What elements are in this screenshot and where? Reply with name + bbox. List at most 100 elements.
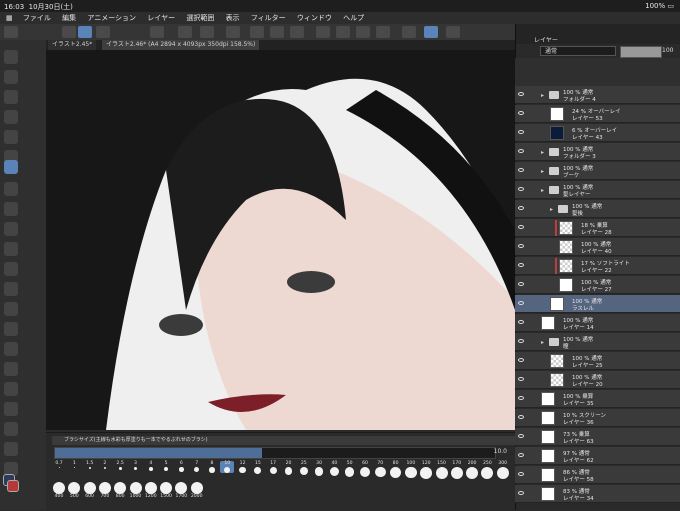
layer-folder-row[interactable]: ▸ 100 % 通常 髪後 <box>515 200 680 218</box>
brush-size-1700[interactable]: 1700 <box>174 481 188 499</box>
invert-selection-icon[interactable] <box>316 26 330 38</box>
layer-row[interactable]: 86 % 通常 レイヤー 58 <box>515 466 680 484</box>
visibility-eye-icon[interactable] <box>518 263 524 267</box>
balloon-icon[interactable] <box>4 422 18 436</box>
brush-size-120[interactable]: 120 <box>419 461 433 479</box>
brush-size-5[interactable]: 5 <box>159 461 173 472</box>
transform-icon[interactable] <box>336 26 350 38</box>
menu-animation[interactable]: アニメーション <box>87 12 136 24</box>
settings-icon[interactable] <box>4 26 18 38</box>
layer-row[interactable]: 100 % 通常 レイヤー 27 <box>515 276 680 294</box>
ruler-icon[interactable] <box>376 26 390 38</box>
folder-expand-icon[interactable]: ▸ <box>541 168 544 175</box>
folder-expand-icon[interactable]: ▸ <box>541 339 544 346</box>
visibility-eye-icon[interactable] <box>518 320 524 324</box>
brush-size-6[interactable]: 6 <box>174 461 188 472</box>
brush-size-2[interactable]: 2 <box>98 461 112 470</box>
undo-icon[interactable] <box>200 26 214 38</box>
blend-icon[interactable] <box>4 282 18 296</box>
selection-icon[interactable] <box>4 130 18 144</box>
visibility-eye-icon[interactable] <box>518 415 524 419</box>
layer-folder-row[interactable]: ▸ 100 % 通常 フォルダー 3 <box>515 143 680 161</box>
layer-folder-row[interactable]: ▸ 100 % 通常 フォルダー 4 <box>515 86 680 104</box>
brush-size-2000[interactable]: 2000 <box>190 481 204 499</box>
decoration-icon[interactable] <box>4 242 18 256</box>
visibility-eye-icon[interactable] <box>518 491 524 495</box>
layer-row[interactable]: 97 % 通常 レイヤー 62 <box>515 447 680 465</box>
menu-view[interactable]: 表示 <box>226 12 240 24</box>
brush-size-400[interactable]: 400 <box>52 481 66 499</box>
brush-icon[interactable] <box>4 202 18 216</box>
layer-row[interactable]: 100 % 通常 レイヤー 20 <box>515 371 680 389</box>
visibility-eye-icon[interactable] <box>518 301 524 305</box>
layer-row[interactable]: 17 % ソフトライト レイヤー 22 <box>515 257 680 275</box>
fill-tool-icon[interactable] <box>4 302 18 316</box>
brush-size-30[interactable]: 30 <box>312 461 326 476</box>
brush-size-17[interactable]: 17 <box>266 461 280 475</box>
brush-size-2.5[interactable]: 2.5 <box>113 461 127 470</box>
brush-size-300[interactable]: 300 <box>496 461 510 479</box>
layer-row[interactable]: 100 % 通常 ラスレル <box>515 295 680 313</box>
brush-size-1200[interactable]: 1200 <box>144 481 158 499</box>
visibility-eye-icon[interactable] <box>518 168 524 172</box>
brush-size-200[interactable]: 200 <box>465 461 479 479</box>
visibility-eye-icon[interactable] <box>518 472 524 476</box>
menu-layer[interactable]: レイヤー <box>147 12 175 24</box>
layer-row[interactable]: 100 % 通常 レイヤー 14 <box>515 314 680 332</box>
figure-icon[interactable] <box>4 342 18 356</box>
layer-row[interactable]: 6 % オーバーレイ レイヤー 43 <box>515 124 680 142</box>
layer-opacity-slider[interactable] <box>620 46 662 58</box>
blend-mode-select[interactable]: 通常 <box>540 46 616 56</box>
brush-size-250[interactable]: 250 <box>480 461 494 479</box>
visibility-eye-icon[interactable] <box>518 396 524 400</box>
brush-size-170[interactable]: 170 <box>450 461 464 479</box>
visibility-eye-icon[interactable] <box>518 339 524 343</box>
brush-size-0.7[interactable]: 0.7 <box>52 461 66 468</box>
visibility-eye-icon[interactable] <box>518 453 524 457</box>
gradient-icon[interactable] <box>4 322 18 336</box>
sub-color-swatch[interactable] <box>7 480 19 492</box>
menu-filter[interactable]: フィルター <box>251 12 286 24</box>
brush-size-800[interactable]: 800 <box>113 481 127 499</box>
clear-icon[interactable] <box>270 26 284 38</box>
pen-icon[interactable] <box>4 160 18 174</box>
brush-size-10[interactable]: 10 <box>220 461 235 473</box>
brush-size-700[interactable]: 700 <box>98 481 112 499</box>
pen-tool-icon[interactable] <box>78 26 92 38</box>
menu-app-icon[interactable]: ▦ <box>6 12 13 24</box>
brush-size-600[interactable]: 600 <box>83 481 97 499</box>
brush-size-50[interactable]: 50 <box>343 461 357 477</box>
menu-help[interactable]: ヘルプ <box>343 12 364 24</box>
layer-row[interactable]: 100 % 通常 レイヤー 25 <box>515 352 680 370</box>
layer-folder-row[interactable]: ▸ 100 % 通常瞳 <box>515 333 680 351</box>
layer-row[interactable]: 18 % 乗算 レイヤー 28 <box>515 219 680 237</box>
airbrush-icon[interactable] <box>4 222 18 236</box>
pencil-icon[interactable] <box>4 182 18 196</box>
brush-size-60[interactable]: 60 <box>358 461 372 477</box>
brush-size-15[interactable]: 15 <box>251 461 265 474</box>
brush-size-4[interactable]: 4 <box>144 461 158 471</box>
visibility-eye-icon[interactable] <box>518 187 524 191</box>
menu-file[interactable]: ファイル <box>23 12 51 24</box>
folder-expand-icon[interactable]: ▸ <box>541 92 544 99</box>
layer-row[interactable]: 73 % 乗算 レイヤー 63 <box>515 428 680 446</box>
redo-icon[interactable] <box>226 26 240 38</box>
folder-expand-icon[interactable]: ▸ <box>541 187 544 194</box>
menu-list-icon[interactable] <box>62 26 76 38</box>
ruler-tool-icon[interactable] <box>4 382 18 396</box>
eraser-tool-icon[interactable] <box>4 262 18 276</box>
visibility-eye-icon[interactable] <box>518 111 524 115</box>
visibility-eye-icon[interactable] <box>518 92 524 96</box>
save-icon[interactable] <box>178 26 192 38</box>
brush-size-80[interactable]: 80 <box>389 461 403 478</box>
text-icon[interactable] <box>4 402 18 416</box>
visibility-eye-icon[interactable] <box>518 244 524 248</box>
fill-icon[interactable] <box>290 26 304 38</box>
brush-size-40[interactable]: 40 <box>327 461 341 477</box>
brush-size-slider[interactable] <box>54 447 496 459</box>
brush-size-1[interactable]: 1 <box>67 461 81 469</box>
folder-expand-icon[interactable]: ▸ <box>541 149 544 156</box>
visibility-eye-icon[interactable] <box>518 377 524 381</box>
special-ruler-icon[interactable] <box>424 26 438 38</box>
tab-layer[interactable]: レイヤー <box>534 35 558 44</box>
